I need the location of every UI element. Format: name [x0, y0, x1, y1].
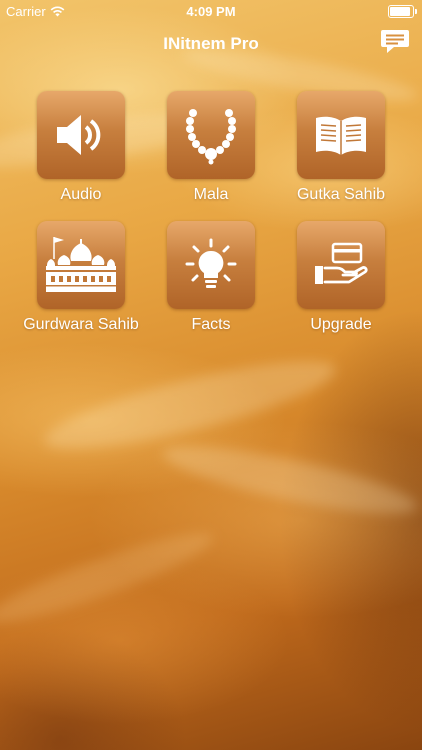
page-title: INitnem Pro [163, 34, 259, 53]
menu-item-audio[interactable]: Audio [16, 91, 146, 204]
menu-item-tile [37, 91, 125, 179]
cloud-streak [0, 520, 219, 636]
menu-item-gutka-sahib[interactable]: Gutka Sahib [276, 91, 406, 204]
status-bar: Carrier 4:09 PM [0, 0, 422, 22]
menu-item-label: Audio [60, 186, 102, 203]
chat-bubble-icon [381, 30, 409, 53]
chat-button[interactable] [380, 28, 410, 56]
navigation-bar: INitnem Pro [0, 22, 422, 66]
menu-item-facts[interactable]: Facts [146, 221, 276, 334]
menu-item-tile [37, 221, 125, 309]
menu-item-gurdwara-sahib[interactable]: Gurdwara Sahib [16, 221, 146, 334]
app-screen: Carrier 4:09 PM INitnem Pro Audio Mala G… [0, 0, 422, 750]
battery-icon [388, 5, 417, 18]
prayer-beads-icon [186, 109, 236, 165]
menu-item-label: Mala [193, 186, 229, 203]
cloud-streak [158, 433, 422, 527]
menu-item-tile [167, 91, 255, 179]
lightbulb-icon [185, 238, 237, 288]
menu-item-label: Facts [191, 316, 231, 333]
menu-item-tile [297, 91, 385, 179]
menu-item-upgrade[interactable]: Upgrade [276, 221, 406, 334]
menu-item-label: Gutka Sahib [296, 186, 386, 203]
menu-item-label: Upgrade [310, 316, 372, 333]
status-time: 4:09 PM [186, 4, 236, 19]
menu-item-tile [167, 221, 255, 309]
menu-item-mala[interactable]: Mala [146, 91, 276, 204]
card-in-hand-icon [315, 242, 368, 284]
gurdwara-icon [46, 237, 116, 292]
open-book-icon [316, 116, 366, 155]
menu-item-label: Gurdwara Sahib [23, 316, 139, 333]
menu-item-tile [297, 221, 385, 309]
speaker-icon [57, 115, 101, 155]
